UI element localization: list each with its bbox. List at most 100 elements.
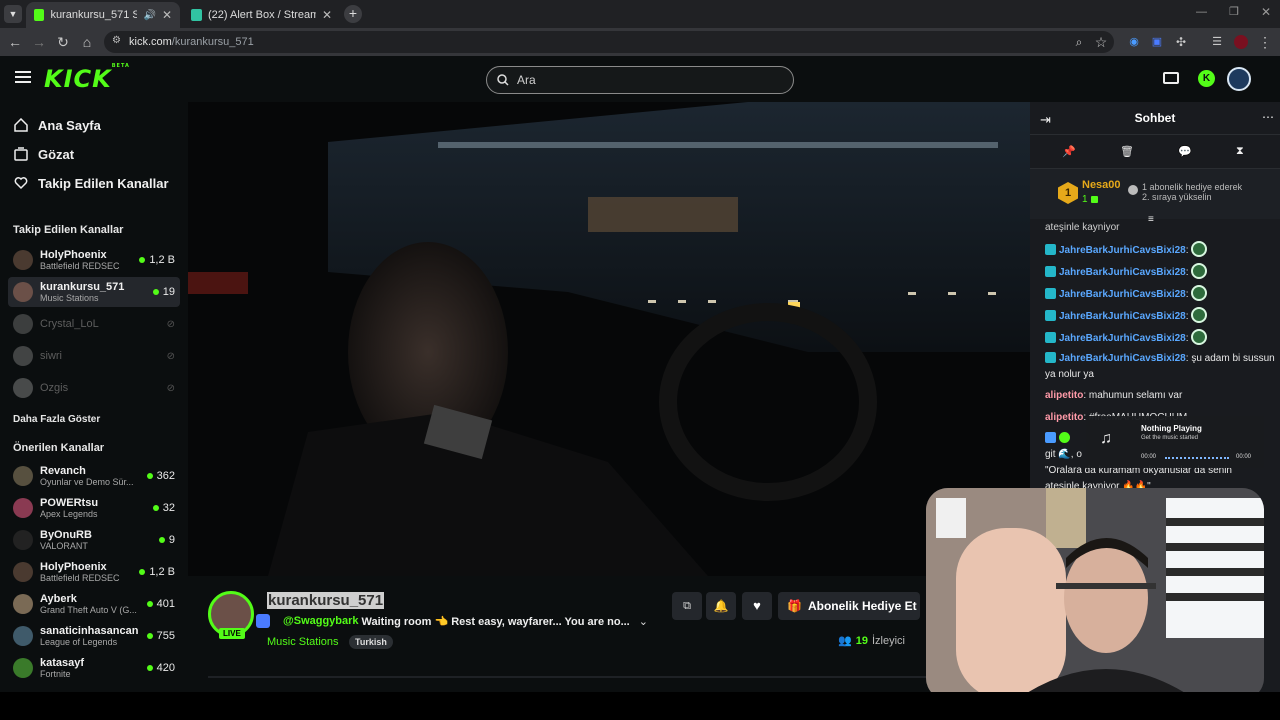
close-tab-icon[interactable]: ✕ — [322, 8, 332, 22]
chat-username[interactable]: JahreBarkJurhiCavsBixi28 — [1059, 289, 1186, 300]
chat-bubble-icon[interactable]: 💬 — [1178, 145, 1192, 158]
pin-icon[interactable]: 📌 — [1062, 145, 1076, 158]
followed-channel-selected[interactable]: kurankursu_571 Music Stations 19 — [8, 277, 180, 307]
stream-title-mention[interactable]: @Swaggybark — [283, 615, 359, 627]
live-dot-icon — [139, 569, 146, 575]
music-time-start: 00:00 — [1141, 454, 1157, 460]
chat-username[interactable]: alipetito — [1045, 412, 1083, 423]
video-player[interactable] — [188, 102, 1030, 576]
hourglass-icon[interactable]: ⧗ — [1236, 145, 1244, 158]
recommended-section-title: Önerilen Kanallar — [13, 442, 105, 454]
kick-rewards-icon[interactable]: K — [1198, 70, 1215, 87]
zoom-icon[interactable]: ⌕ — [1070, 33, 1088, 51]
kick-favicon-icon — [34, 9, 45, 21]
follow-heart-button[interactable]: ♥ — [742, 592, 772, 620]
browser-tab[interactable]: (22) Alert Box / Streamlabs ✕ — [183, 2, 340, 28]
recommended-channel[interactable]: ByOnuRB VALORANT 9 — [8, 525, 180, 555]
live-dot-icon — [146, 665, 153, 671]
language-tag[interactable]: Turkish — [349, 635, 393, 649]
webcam-frame — [926, 488, 1264, 700]
expand-title-icon[interactable]: ⌄ — [639, 615, 648, 628]
recommended-channel[interactable]: Revanch Oyunlar ve Demo Sür... 362 — [8, 461, 180, 491]
channel-avatar — [13, 498, 33, 518]
chat-username[interactable]: JahreBarkJurhiCavsBixi28 — [1059, 245, 1186, 256]
music-widget: ♫ Nothing Playing Get the music started … — [1086, 416, 1264, 468]
channel-avatar — [13, 250, 33, 270]
offline-icon: ⊘ — [166, 350, 175, 362]
gift-leaderboard[interactable]: 1 Nesa00 1 1 abonelik hediye ederek 2. s… — [1030, 169, 1280, 219]
nav-home[interactable]: Ana Sayfa — [14, 114, 101, 136]
recommended-channel[interactable]: POWERtsu Apex Legends 32 — [8, 493, 180, 523]
gift-subscription-button[interactable]: 🎁 Abonelik Hediye Et — [778, 592, 920, 620]
profile-avatar[interactable] — [1234, 35, 1248, 49]
search-input[interactable]: Ara — [486, 66, 794, 94]
close-window-icon[interactable]: ✕ — [1261, 5, 1271, 19]
forward-icon[interactable]: → — [30, 33, 48, 51]
viewer-count-value: 1,2 B — [149, 254, 175, 266]
browser-menu-icon[interactable]: ⋮ — [1256, 33, 1274, 51]
channel-avatar — [13, 594, 33, 614]
chat-more-icon[interactable]: ⋯ — [1262, 110, 1274, 124]
delete-icon[interactable]: 🗑 — [1120, 145, 1134, 158]
kick-logo[interactable]: KICKBETA — [44, 63, 130, 93]
viewer-stats: 👥 19 İzleyici — [838, 634, 905, 648]
back-icon[interactable]: ← — [6, 33, 24, 51]
channel-category: Fortnite — [40, 669, 71, 679]
home-icon — [14, 118, 28, 132]
browser-toolbar: ← → ↻ ⌂ ⚙ kick.com/kurankursu_571 ⌕ ☆ ◉ … — [0, 28, 1280, 56]
browse-icon — [14, 147, 28, 161]
chat-username[interactable]: JahreBarkJurhiCavsBixi28 — [1059, 333, 1186, 344]
show-more-link[interactable]: Daha Fazla Göster — [13, 414, 100, 425]
channel-name: ByOnuRB — [40, 529, 92, 541]
home-icon[interactable]: ⌂ — [78, 33, 96, 51]
nav-browse[interactable]: Gözat — [14, 143, 74, 165]
extension-sound-icon[interactable]: ◉ — [1125, 33, 1143, 51]
chat-username[interactable]: alipetito — [1045, 390, 1083, 401]
chat-username[interactable]: JahreBarkJurhiCavsBixi28 — [1059, 267, 1186, 278]
followed-channel-offline[interactable]: siwri ⊘ — [8, 341, 180, 371]
recommended-channel[interactable]: sanaticinhasancan League of Legends 755 — [8, 621, 180, 651]
chat-username[interactable]: JahreBarkJurhiCavsBixi28 — [1059, 353, 1186, 364]
url-host: kick.com — [129, 36, 172, 48]
recommended-channel[interactable]: katasayf Fortnite 420 — [8, 653, 180, 683]
translate-extension-icon[interactable]: ▣ — [1148, 33, 1166, 51]
live-dot-icon — [146, 473, 153, 479]
close-tab-icon[interactable]: ✕ — [162, 8, 172, 22]
divider — [208, 676, 928, 678]
emote-icon — [1191, 285, 1208, 301]
bookmark-star-icon[interactable]: ☆ — [1092, 33, 1110, 51]
extensions-puzzle-icon[interactable]: ✣ — [1172, 33, 1190, 51]
webcam-overlay — [926, 488, 1264, 700]
plus-icon[interactable]: + — [344, 5, 362, 23]
user-avatar[interactable] — [1227, 67, 1251, 91]
followed-channel[interactable]: HolyPhoenix Battlefield REDSEC 1,2 B — [8, 245, 180, 275]
reading-list-icon[interactable]: ☰ — [1208, 33, 1226, 51]
channel-category: Battlefield REDSEC — [40, 573, 120, 583]
browser-tab-active[interactable]: kurankursu_571 Stream - W 🔊 ✕ — [26, 2, 180, 28]
recommended-channel[interactable]: Ayberk Grand Theft Auto V (G... 401 — [8, 589, 180, 619]
stream-category[interactable]: Music Stations — [267, 636, 339, 648]
channel-name[interactable]: kurankursu_571 — [267, 592, 385, 609]
tab-title: (22) Alert Box / Streamlabs — [207, 9, 316, 21]
minimize-window-icon[interactable]: — — [1196, 6, 1207, 18]
chat-username[interactable]: JahreBarkJurhiCavsBixi28 — [1059, 311, 1186, 322]
notification-bell-button[interactable]: 🔔 — [706, 592, 736, 620]
maximize-window-icon[interactable]: ❐ — [1229, 5, 1239, 18]
site-info-icon[interactable]: ⚙ — [112, 35, 121, 46]
creator-dashboard-icon[interactable] — [1163, 72, 1179, 84]
audio-icon[interactable]: 🔊 — [143, 10, 155, 21]
translate-icon — [256, 614, 270, 628]
channel-avatar — [13, 626, 33, 646]
followed-channel-offline[interactable]: Ozgis ⊘ — [8, 373, 180, 403]
followed-channel-offline[interactable]: Crystal_LoL ⊘ — [8, 309, 180, 339]
theater-mode-button[interactable]: ⧉ — [672, 592, 702, 620]
emote-icon — [1191, 263, 1208, 279]
address-bar[interactable]: ⚙ kick.com/kurankursu_571 — [104, 31, 1114, 53]
recommended-channel[interactable]: HolyPhoenix Battlefield REDSEC 1,2 B — [8, 557, 180, 587]
viewer-count-value: 401 — [156, 598, 175, 610]
nav-following[interactable]: Takip Edilen Kanallar — [14, 172, 169, 194]
streamlabs-favicon-icon — [191, 9, 202, 21]
reload-icon[interactable]: ↻ — [54, 33, 72, 51]
hamburger-menu-icon[interactable] — [15, 70, 31, 84]
tab-list-button[interactable]: ▼ — [4, 5, 22, 23]
